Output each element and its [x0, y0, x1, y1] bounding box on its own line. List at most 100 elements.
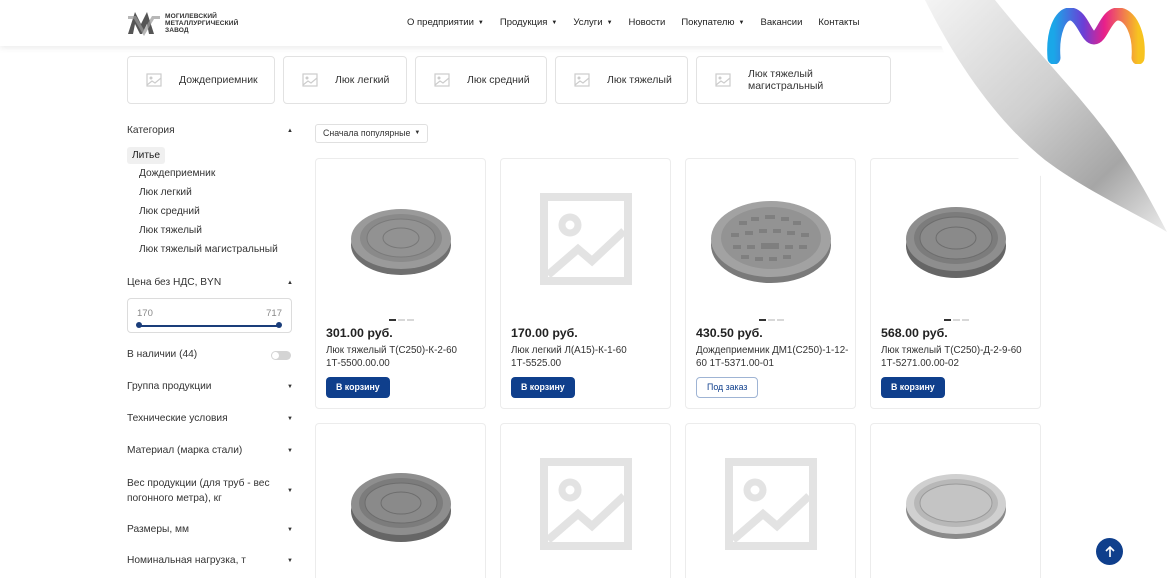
product-price: 430.50 руб. [696, 326, 763, 340]
filter-material[interactable]: Материал (марка стали) ▼ [127, 445, 293, 456]
site-logo[interactable]: МОГИЛЕВСКИЙ МЕТАЛЛУРГИЧЕСКИЙ ЗАВОД [127, 10, 238, 36]
caret-up-icon: ▲ [287, 127, 293, 134]
product-card[interactable]: 301.00 руб. Люк тяжелый Т(С250)-К-2-60 1… [315, 158, 486, 409]
manhole-cover-icon [350, 473, 451, 542]
add-to-cart-button[interactable]: В корзину [881, 377, 945, 398]
image-pager[interactable] [944, 319, 969, 321]
nav-about[interactable]: О предприятии ▼ [407, 17, 484, 28]
product-card[interactable]: 568.00 руб. Люк тяжелый Т(С250)-Д-2-9-60… [870, 158, 1041, 409]
product-price: 568.00 руб. [881, 326, 948, 340]
product-name[interactable]: Люк легкий Л(А15)-К-1-60 1Т-5525.00 [511, 344, 666, 370]
caret-down-icon: ▼ [287, 415, 293, 422]
price-min-input[interactable]: 170 [137, 308, 153, 319]
category-item[interactable]: Люк легкий [139, 187, 192, 198]
product-image[interactable] [686, 159, 855, 319]
product-image[interactable] [501, 424, 670, 578]
caret-down-icon: ▼ [551, 19, 558, 26]
rain-grate-icon [710, 201, 831, 283]
chip-label: Люк тяжелый магистральный [748, 68, 824, 92]
nav-buyers[interactable]: Покупателю ▼ [681, 17, 744, 28]
product-price: 301.00 руб. [326, 326, 393, 340]
order-button[interactable]: Под заказ [696, 377, 759, 398]
nav-services[interactable]: Услуги ▼ [573, 17, 612, 28]
chip-medium-hatch[interactable]: Люк средний [415, 56, 547, 104]
manhole-cover-icon [350, 209, 451, 275]
product-price: 170.00 руб. [511, 326, 578, 340]
product-name[interactable]: Люк тяжелый Т(С250)-Д-2-9-60 1Т-5271.00.… [881, 344, 1036, 370]
category-item[interactable]: Люк тяжелый [139, 225, 202, 236]
price-range: 170 717 [127, 298, 292, 333]
product-card[interactable] [685, 423, 856, 578]
caret-down-icon: ▼ [287, 447, 293, 454]
image-placeholder-icon [539, 193, 632, 285]
image-placeholder-icon [146, 73, 162, 87]
sort-select[interactable]: Сначала популярные ▼ [315, 124, 429, 143]
add-to-cart-button[interactable]: В корзину [511, 377, 575, 398]
category-item[interactable]: Люк средний [139, 206, 200, 217]
product-image[interactable] [316, 159, 485, 319]
product-name[interactable]: Дождеприемник ДМ1(С250)-1-12-60 1Т-5371.… [696, 344, 851, 370]
product-image[interactable] [871, 424, 1040, 578]
product-image[interactable] [501, 159, 670, 319]
filter-category-header[interactable]: Категория ▲ [127, 125, 293, 136]
product-image[interactable] [686, 424, 855, 578]
product-image[interactable] [316, 424, 485, 578]
chip-heavy-hatch[interactable]: Люк тяжелый [555, 56, 688, 104]
caret-down-icon: ▼ [287, 383, 293, 390]
caret-down-icon: ▼ [738, 19, 745, 26]
filter-tech-conditions[interactable]: Технические условия ▼ [127, 413, 293, 424]
filter-nominal-load[interactable]: Номинальная нагрузка, т ▼ [127, 555, 293, 566]
price-slider-max-handle[interactable] [276, 322, 282, 328]
product-card[interactable]: 430.50 руб. Дождеприемник ДМ1(С250)-1-12… [685, 158, 856, 409]
image-placeholder-icon [434, 73, 450, 87]
caret-up-icon: ▲ [287, 279, 293, 286]
image-pager[interactable] [759, 319, 784, 321]
logo-line: МЕТАЛЛУРГИЧЕСКИЙ [165, 19, 239, 27]
in-stock-toggle[interactable] [271, 351, 291, 360]
chip-light-hatch[interactable]: Люк легкий [283, 56, 407, 104]
category-item[interactable]: Дождеприемник [139, 168, 215, 179]
logo-line: ЗАВОД [165, 26, 189, 34]
caret-down-icon: ▼ [414, 130, 421, 136]
price-slider-track[interactable] [138, 325, 279, 327]
chip-label: Люк тяжелый [607, 74, 672, 86]
caret-down-icon: ▼ [287, 487, 293, 494]
arrow-up-icon [1104, 545, 1115, 557]
product-name[interactable]: Люк тяжелый Т(С250)-К-2-60 1Т-5500.00.00 [326, 344, 481, 370]
add-to-cart-button[interactable]: В корзину [326, 377, 390, 398]
chip-heavy-main-hatch[interactable]: Люк тяжелый магистральный [696, 56, 891, 104]
filter-weight[interactable]: Вес продукции (для труб - вес погонного … [127, 476, 293, 506]
chip-rain-inlet[interactable]: Дождеприемник [127, 56, 275, 104]
chip-label: Люк средний [467, 74, 530, 86]
caret-down-icon: ▼ [287, 557, 293, 564]
manhole-cover-icon [905, 207, 1006, 278]
nav-contacts[interactable]: Контакты [818, 17, 859, 28]
filter-product-group[interactable]: Группа продукции ▼ [127, 381, 293, 392]
product-card[interactable] [500, 423, 671, 578]
filter-dimensions[interactable]: Размеры, мм ▼ [127, 524, 293, 535]
category-item[interactable]: Люк тяжелый магистральный [139, 244, 278, 255]
in-stock-label: В наличии (44) [127, 349, 198, 360]
caret-down-icon: ▼ [606, 19, 613, 26]
price-max-input[interactable]: 717 [266, 308, 282, 319]
main-nav: О предприятии ▼ Продукция ▼ Услуги ▼ Новост… [407, 17, 875, 28]
image-placeholder-icon [302, 73, 318, 87]
nav-news[interactable]: Новости [629, 17, 666, 28]
site-header: МОГИЛЕВСКИЙ МЕТАЛЛУРГИЧЕСКИЙ ЗАВОД О пре… [0, 0, 1167, 46]
brand-logo-icon [1047, 8, 1145, 64]
image-placeholder-icon [724, 458, 817, 550]
scroll-top-button[interactable] [1096, 538, 1123, 565]
manhole-cover-light-icon [905, 474, 1006, 539]
nav-products[interactable]: Продукция ▼ [500, 17, 557, 28]
product-image[interactable] [871, 159, 1040, 319]
image-pager[interactable] [389, 319, 414, 321]
image-placeholder-icon [574, 73, 590, 87]
product-card[interactable]: 170.00 руб. Люк легкий Л(А15)-К-1-60 1Т-… [500, 158, 671, 409]
category-active[interactable]: Литье [127, 147, 166, 164]
chip-label: Дождеприемник [179, 74, 258, 86]
product-card[interactable] [315, 423, 486, 578]
price-slider-min-handle[interactable] [136, 322, 142, 328]
product-card[interactable] [870, 423, 1041, 578]
nav-vacancies[interactable]: Вакансии [761, 17, 803, 28]
filter-price-header[interactable]: Цена без НДС, BYN ▲ [127, 277, 293, 288]
